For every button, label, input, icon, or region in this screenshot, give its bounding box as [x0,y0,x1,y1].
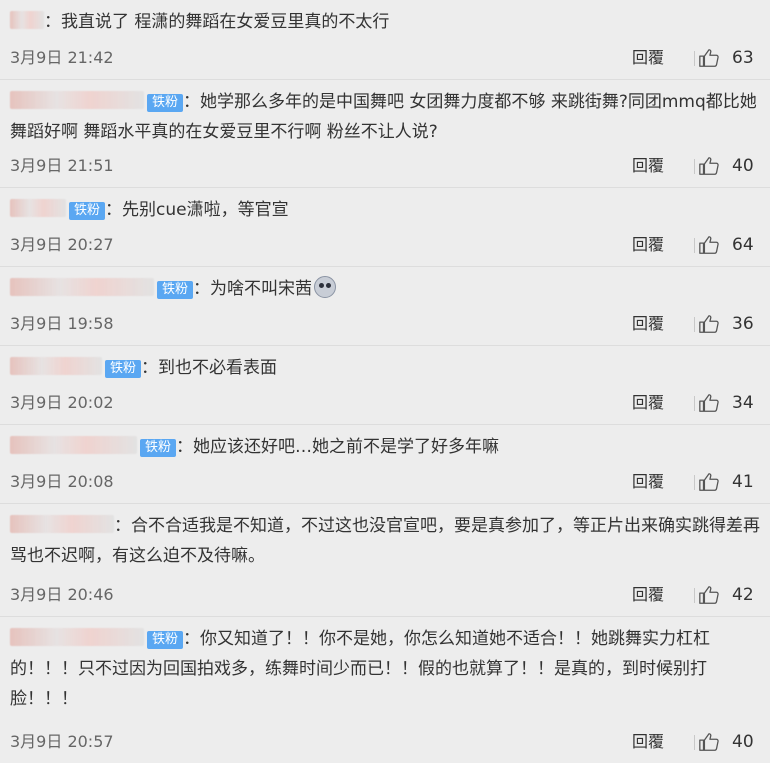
thumbs-up-icon[interactable] [698,471,720,493]
comment-body: 铁粉 ：你又知道了！！你不是她，你怎么知道她不适合！！她跳舞实力杠杠的！！！只不过… [10,617,760,714]
thumbs-up-icon[interactable] [698,47,720,69]
username-blurred[interactable] [10,91,144,109]
like-count: 41 [732,472,754,492]
like-count: 64 [732,235,754,255]
comment-text: 到也不必看表面 [158,358,278,378]
husky-emoji-icon [314,276,337,298]
comment-item: ：合不合适我是不知道，不过这也没官宣吧，要是真参加了，等正片出来确实跳得差再骂也… [0,504,770,617]
fan-badge: 铁粉 [140,439,177,457]
colon: ： [105,200,123,220]
fan-badge: 铁粉 [147,631,184,649]
timestamp: 3月9日 20:27 [10,235,114,254]
reply-button[interactable]: 回覆 [632,382,664,424]
colon: ： [193,279,211,299]
comment-item: ：我直说了 程潇的舞蹈在女爱豆里真的不太行 3月9日 21:42 回覆 63 [0,0,770,80]
comment-meta: 3月9日 20:46 回覆 42 [10,574,770,616]
colon: ： [141,358,159,378]
comment-body: ：我直说了 程潇的舞蹈在女爱豆里真的不太行 [10,0,760,37]
comment-meta: 3月9日 19:58 回覆 36 [10,303,770,345]
fan-badge: 铁粉 [105,360,142,378]
comment-item: 铁粉 ：你又知道了！！你不是她，你怎么知道她不适合！！她跳舞实力杠杠的！！！只不过… [0,617,770,763]
divider [694,396,695,411]
comment-text: 为啥不叫宋茜 [210,279,313,299]
comment-body: 铁粉 ：先别cue潇啦，等官宣 [10,188,760,225]
like-count: 40 [732,156,754,176]
comment-body: 铁粉 ：她应该还好吧…她之前不是学了好多年嘛 [10,425,760,462]
divider [694,51,695,66]
comment-text: 我直说了 程潇的舞蹈在女爱豆里真的不太行 [61,12,390,32]
thumbs-up-icon[interactable] [698,392,720,414]
comment-meta: 3月9日 20:57 回覆 40 [10,721,770,763]
colon: ： [176,437,194,457]
username-blurred[interactable] [10,199,66,217]
like-count: 34 [732,393,754,413]
colon: ： [183,629,201,649]
thumbs-up-icon[interactable] [698,234,720,256]
colon: ： [114,516,131,536]
timestamp: 3月9日 20:46 [10,585,114,604]
reply-button[interactable]: 回覆 [632,37,664,79]
timestamp: 3月9日 21:42 [10,48,114,67]
reply-button[interactable]: 回覆 [632,224,664,266]
reply-button[interactable]: 回覆 [632,721,664,763]
username-blurred[interactable] [10,515,114,533]
like-count: 42 [732,585,754,605]
timestamp: 3月9日 19:58 [10,314,114,333]
comment-text: 先别cue潇啦，等官宣 [122,200,289,220]
comment-text: 她应该还好吧…她之前不是学了好多年嘛 [193,437,500,457]
timestamp: 3月9日 20:57 [10,732,114,751]
comment-item: 铁粉 ：到也不必看表面 3月9日 20:02 回覆 34 [0,346,770,425]
colon: ： [183,92,201,112]
comment-body: 铁粉 ：为啥不叫宋茜 [10,267,760,304]
fan-badge: 铁粉 [147,94,184,112]
thumbs-up-icon[interactable] [698,155,720,177]
reply-button[interactable]: 回覆 [632,145,664,187]
thumbs-up-icon[interactable] [698,313,720,335]
comment-meta: 3月9日 20:27 回覆 64 [10,224,770,266]
reply-button[interactable]: 回覆 [632,303,664,345]
comment-body: 铁粉 ：她学那么多年的是中国舞吧 女团舞力度都不够 来跳街舞?同团mmq都比她舞蹈… [10,80,760,147]
comment-item: 铁粉 ：她应该还好吧…她之前不是学了好多年嘛 3月9日 20:08 回覆 41 [0,425,770,504]
username-blurred[interactable] [10,436,137,454]
reply-button[interactable]: 回覆 [632,461,664,503]
comment-item: 铁粉 ：她学那么多年的是中国舞吧 女团舞力度都不够 来跳街舞?同团mmq都比她舞蹈… [0,80,770,188]
divider [694,735,695,750]
timestamp: 3月9日 20:08 [10,472,114,491]
like-count: 63 [732,48,754,68]
username-blurred[interactable] [10,357,102,375]
username-blurred[interactable] [10,628,144,646]
comment-meta: 3月9日 20:02 回覆 34 [10,382,770,424]
divider [694,475,695,490]
divider [694,159,695,174]
username-blurred[interactable] [10,11,44,29]
comment-body: ：合不合适我是不知道，不过这也没官宣吧，要是真参加了，等正片出来确实跳得差再骂也… [10,504,760,571]
divider [694,317,695,332]
timestamp: 3月9日 20:02 [10,393,114,412]
reply-button[interactable]: 回覆 [632,574,664,616]
username-blurred[interactable] [10,278,154,296]
comment-meta: 3月9日 21:51 回覆 40 [10,145,770,187]
comment-meta: 3月9日 21:42 回覆 63 [10,37,770,79]
thumbs-up-icon[interactable] [698,584,720,606]
colon: ： [44,12,61,32]
comment-item: 铁粉 ：先别cue潇啦，等官宣 3月9日 20:27 回覆 64 [0,188,770,267]
divider [694,588,695,603]
comment-body: 铁粉 ：到也不必看表面 [10,346,760,383]
like-count: 40 [732,732,754,752]
like-count: 36 [732,314,754,334]
comment-item: 铁粉 ：为啥不叫宋茜 3月9日 19:58 回覆 36 [0,267,770,346]
fan-badge: 铁粉 [157,281,194,299]
comment-meta: 3月9日 20:08 回覆 41 [10,461,770,503]
comment-list: ：我直说了 程潇的舞蹈在女爱豆里真的不太行 3月9日 21:42 回覆 63 铁… [0,0,770,763]
timestamp: 3月9日 21:51 [10,156,114,175]
fan-badge: 铁粉 [69,202,106,220]
thumbs-up-icon[interactable] [698,731,720,753]
divider [694,238,695,253]
